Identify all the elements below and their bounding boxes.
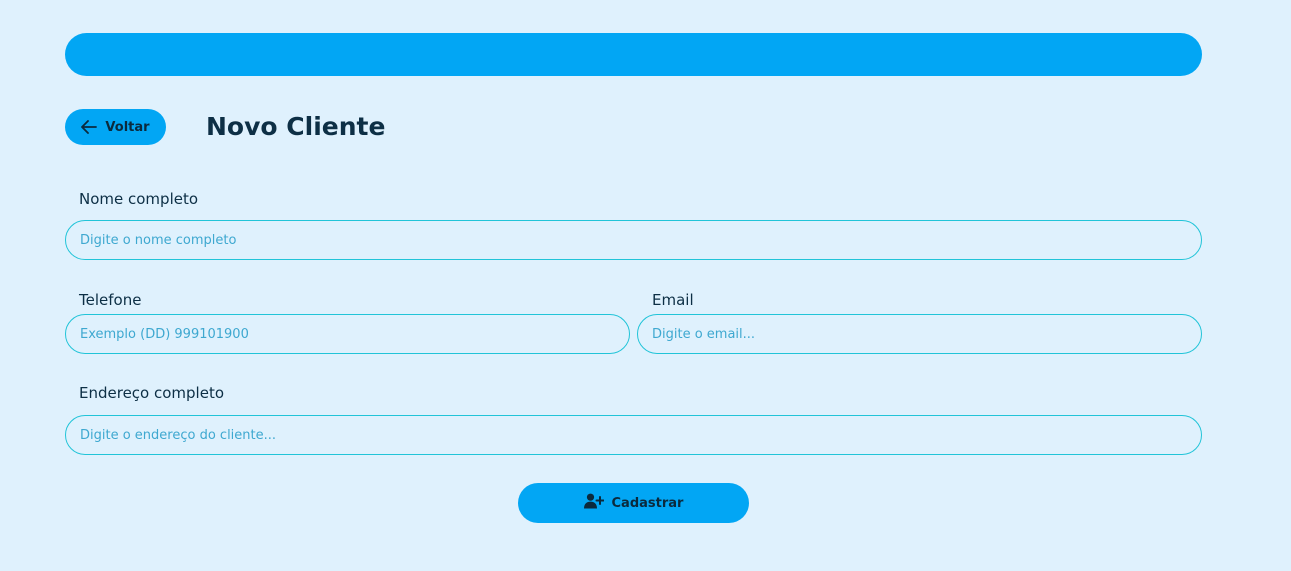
phone-label: Telefone [79, 291, 142, 309]
email-label: Email [652, 291, 694, 309]
phone-input[interactable] [65, 314, 630, 354]
back-button[interactable]: Voltar [65, 109, 166, 145]
address-input[interactable] [65, 415, 1202, 455]
page: Voltar Novo Cliente Nome completo Telefo… [0, 0, 1291, 571]
address-label: Endereço completo [79, 384, 225, 402]
top-bar [65, 33, 1202, 76]
email-input[interactable] [637, 314, 1202, 354]
submit-button[interactable]: Cadastrar [518, 483, 749, 523]
arrow-left-icon [81, 120, 98, 134]
back-button-label: Voltar [105, 119, 150, 135]
name-input[interactable] [65, 220, 1202, 260]
page-title: Novo Cliente [206, 112, 386, 141]
submit-button-label: Cadastrar [611, 495, 684, 511]
user-plus-icon [583, 493, 605, 513]
name-label: Nome completo [79, 190, 199, 208]
